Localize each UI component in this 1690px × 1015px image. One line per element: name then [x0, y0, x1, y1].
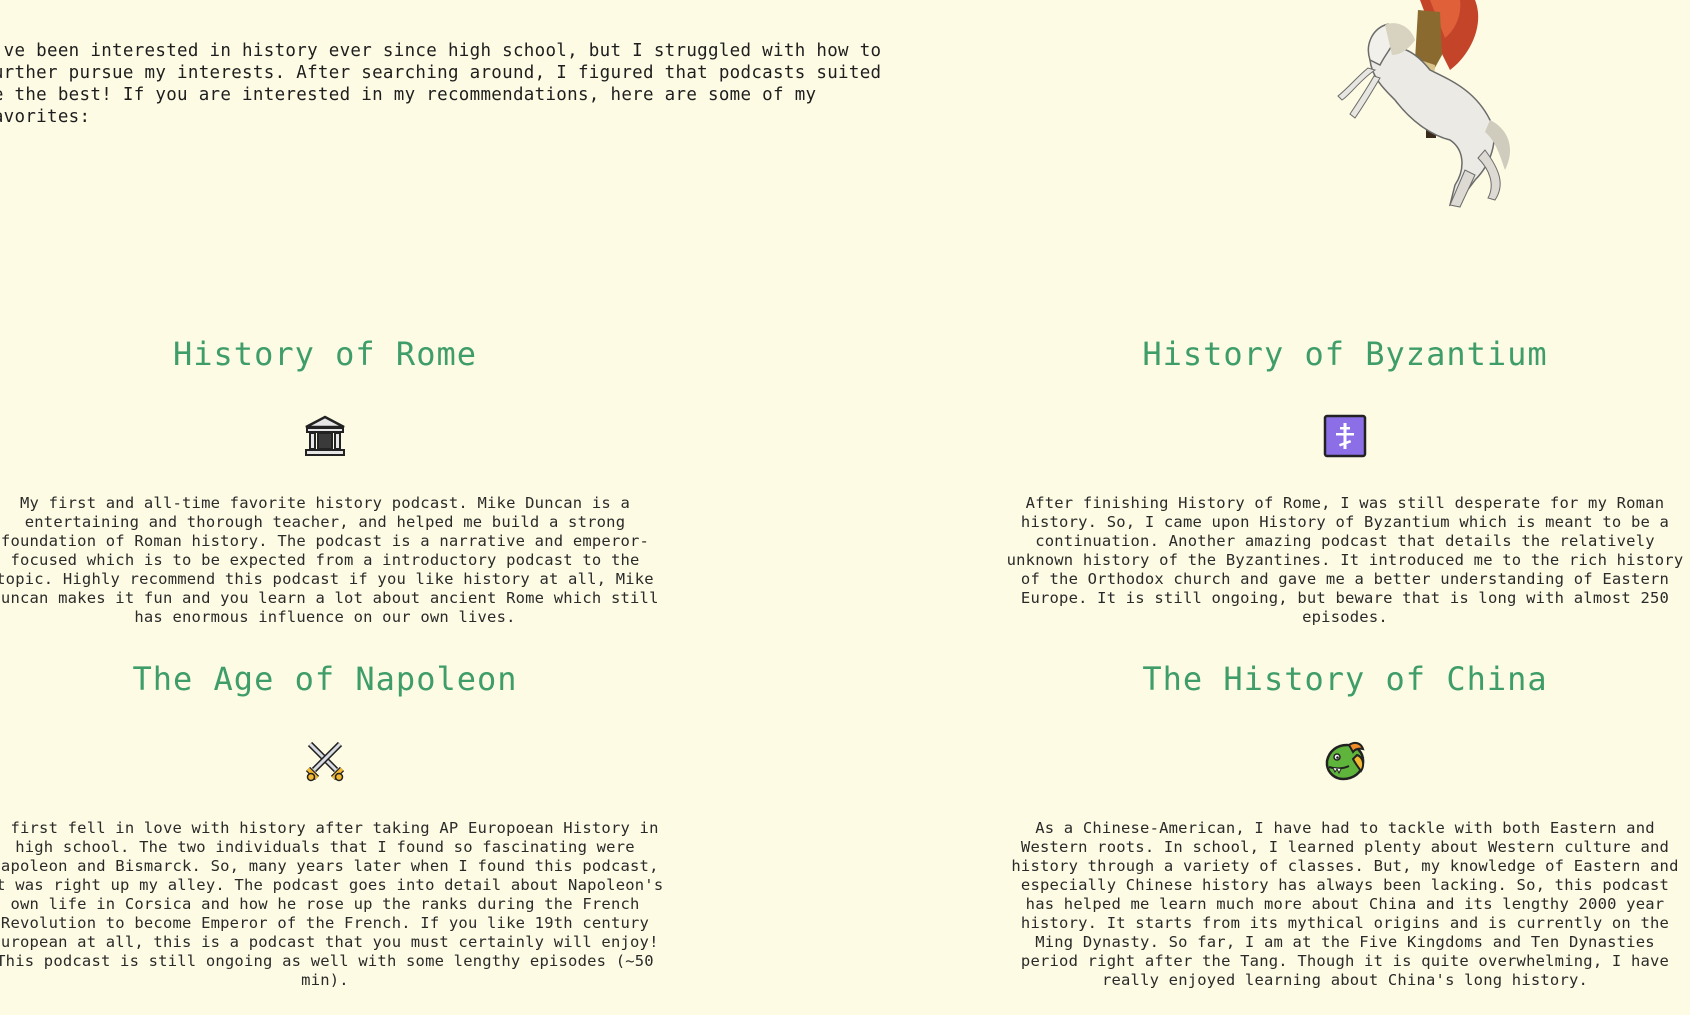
podcast-title: History of Rome — [173, 335, 477, 373]
classical-building-icon — [305, 415, 345, 456]
podcast-card-age-of-napoleon: The Age of Napoleon I first fell in love… — [0, 659, 665, 990]
podcast-card-history-of-byzantium: History of Byzantium After finishing His… — [1005, 334, 1685, 627]
napoleon-on-horse-illustration — [1337, 0, 1510, 208]
podcast-title: History of Byzantium — [1142, 335, 1548, 373]
podcast-description: After finishing History of Rome, I was s… — [1006, 494, 1684, 626]
intro-text: I've been interested in history ever sin… — [0, 41, 882, 127]
dragon-face-icon — [1325, 741, 1365, 781]
crossed-swords-icon — [305, 741, 345, 782]
podcast-description: I first fell in love with history after … — [0, 819, 664, 989]
podcast-card-history-of-rome: History of Rome My first and all-time fa… — [0, 334, 665, 627]
orthodox-cross-icon — [1323, 414, 1367, 458]
podcast-description: As a Chinese-American, I have had to tac… — [1011, 819, 1679, 989]
podcast-title: The Age of Napoleon — [132, 660, 518, 698]
podcast-title: The History of China — [1142, 660, 1548, 698]
podcast-card-history-of-china: The History of China As a Chinese-Americ… — [1005, 659, 1685, 990]
podcast-description: My first and all-time favorite history p… — [0, 494, 659, 626]
